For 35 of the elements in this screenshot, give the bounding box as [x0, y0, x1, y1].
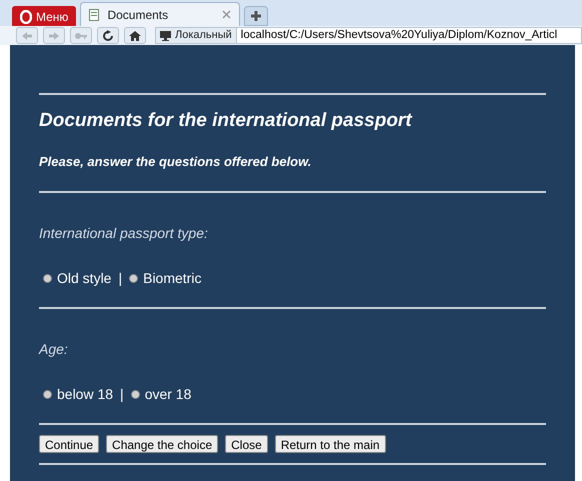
- action-button[interactable]: Continue: [39, 435, 100, 453]
- plus-icon: [251, 11, 262, 21]
- logo-icon: [20, 10, 32, 24]
- option-label[interactable]: Old style: [57, 268, 112, 289]
- url-text: localhost/C:/Users/Shevtsova%20Yuliya/Diplom/Koznov_Articl: [240, 28, 558, 43]
- question-label: Age:: [39, 340, 69, 359]
- new-tab-button[interactable]: [244, 6, 268, 26]
- radio-button[interactable]: [43, 390, 52, 399]
- menu-button[interactable]: Меню: [12, 6, 76, 28]
- right-arrow-icon: [47, 30, 61, 42]
- radio-button[interactable]: [130, 390, 140, 399]
- separator-text: |: [118, 269, 122, 288]
- action-button[interactable]: Close: [225, 435, 268, 453]
- monitor-icon: [160, 30, 171, 40]
- close-icon[interactable]: [222, 10, 232, 19]
- document-icon: [89, 8, 100, 20]
- toolbar-button[interactable]: [124, 27, 146, 44]
- separator-text: |: [120, 385, 124, 404]
- question-label: International passport type:: [39, 224, 209, 243]
- option-label[interactable]: over 18: [144, 384, 192, 405]
- action-button[interactable]: Change the choice: [106, 435, 218, 453]
- home-icon: [128, 30, 142, 42]
- page-subtitle: Please, answer the questions offered below.: [39, 152, 312, 171]
- option-label[interactable]: Biometric: [143, 268, 202, 289]
- page-title: Documents for the international passport: [39, 109, 414, 133]
- browser-tab[interactable]: Documents: [80, 2, 240, 26]
- address-bar[interactable]: Локальный localhost/C:/Users/Shevtsova%20Yuliya/Diplom/Koznov_Articl: [155, 27, 582, 44]
- location-badge: Локальный: [156, 28, 237, 43]
- left-arrow-icon: [20, 30, 34, 42]
- toolbar-button[interactable]: [97, 27, 119, 44]
- radio-button[interactable]: [43, 274, 52, 283]
- option-label[interactable]: below 18: [57, 384, 114, 405]
- radio-button[interactable]: [129, 274, 138, 283]
- action-button[interactable]: Return to the main: [274, 435, 386, 453]
- reload-icon: [101, 30, 115, 42]
